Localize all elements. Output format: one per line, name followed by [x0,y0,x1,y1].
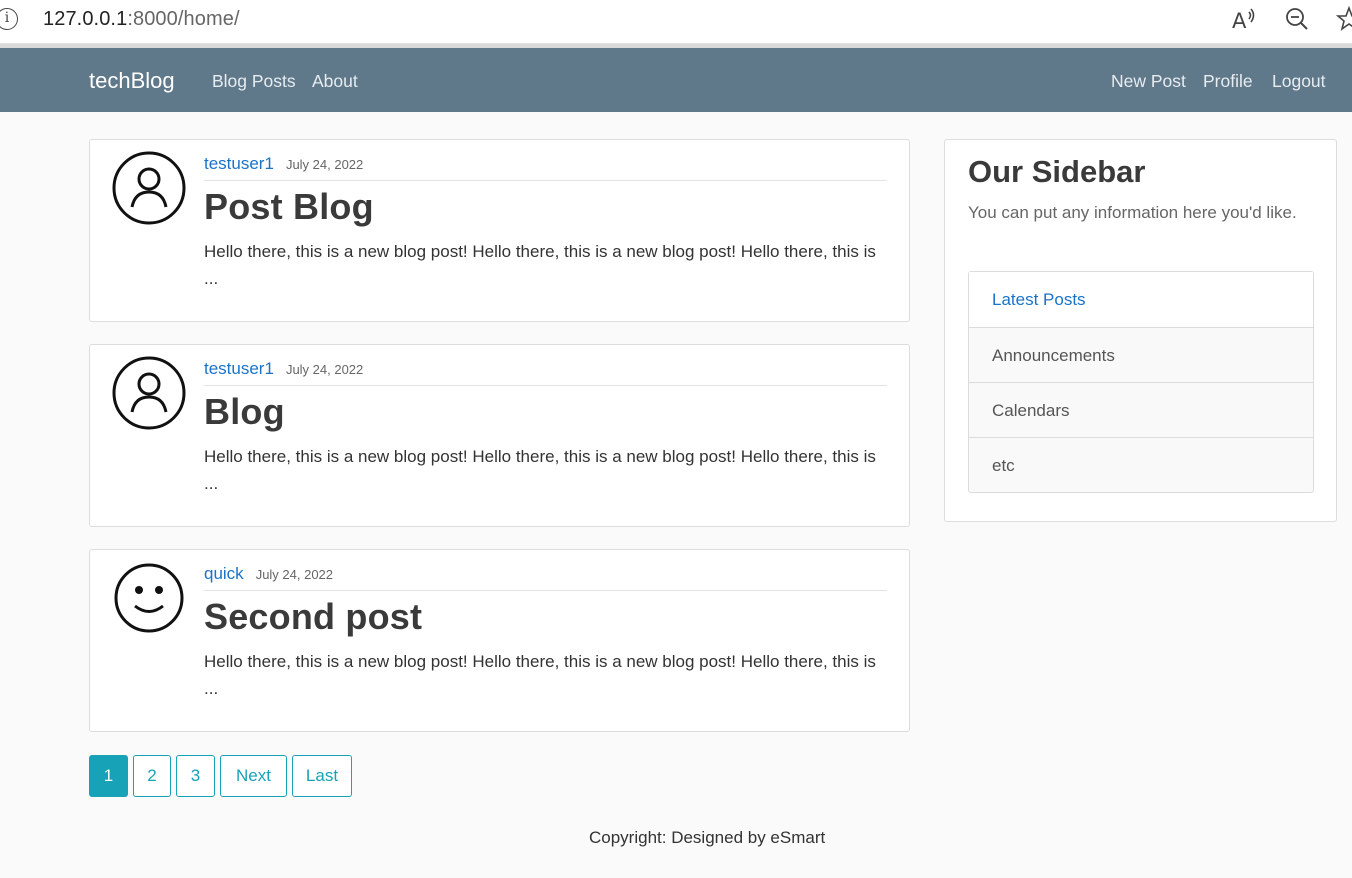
sidebar: Our Sidebar You can put any information … [944,139,1337,522]
post-author-link[interactable]: quick [204,564,244,583]
post-excerpt: Hello there, this is a new blog post! He… [204,652,876,698]
url-host: 127.0.0.1 [43,8,128,30]
post-date: July 24, 2022 [255,567,334,582]
next-page-button[interactable]: Next [220,755,287,797]
user-outline-icon [112,151,186,225]
sidebar-title: Our Sidebar [968,154,1146,189]
footer-copyright: Copyright: Designed by eSmart [589,828,826,847]
address-bar[interactable]: 127.0.0.1:8000/home/ [43,8,240,31]
nav-about[interactable]: About [312,71,358,92]
post-card: quick July 24, 2022 Second post Hello the… [89,549,910,732]
sidebar-item-calendars[interactable]: Calendars [969,382,1313,437]
sidebar-list: Latest Posts Announcements Calendars etc [968,271,1314,493]
page-2-button[interactable]: 2 [133,755,171,797]
post-title-link[interactable]: Post Blog [204,186,374,228]
site-navbar: techBlog Blog Posts About New Post Profi… [0,48,1352,112]
post-card: testuser1 July 24, 2022 Blog Hello there,… [89,344,910,527]
post-title-link[interactable]: Second post [204,596,422,638]
post-title-link[interactable]: Blog [204,391,285,433]
post-excerpt: Hello there, this is a new blog post! He… [204,447,876,493]
url-path: :8000/home/ [127,8,240,30]
zoom-out-icon[interactable] [1284,6,1310,32]
nav-logout[interactable]: Logout [1272,71,1326,92]
smiley-face-icon [114,563,184,633]
page-1-button[interactable]: 1 [89,755,128,797]
svg-text:A: A [1232,9,1247,32]
read-aloud-icon[interactable]: A [1230,6,1256,32]
favorite-star-icon[interactable] [1336,6,1352,32]
post-date: July 24, 2022 [285,157,364,172]
info-icon[interactable]: i [0,8,18,30]
brand-link[interactable]: techBlog [89,68,175,94]
post-date: July 24, 2022 [285,362,364,377]
sidebar-item-etc[interactable]: etc [969,437,1313,492]
browser-toolbar: i 127.0.0.1:8000/home/ A [0,0,1352,48]
sidebar-item-latest-posts[interactable]: Latest Posts [969,272,1313,327]
sidebar-item-announcements[interactable]: Announcements [969,327,1313,382]
nav-blog-posts[interactable]: Blog Posts [212,71,296,92]
page-3-button[interactable]: 3 [176,755,215,797]
nav-profile[interactable]: Profile [1203,71,1253,92]
nav-new-post[interactable]: New Post [1111,71,1186,92]
post-meta: testuser1 July 24, 2022 [204,359,887,386]
post-author-link[interactable]: testuser1 [204,359,274,378]
post-excerpt: Hello there, this is a new blog post! He… [204,242,876,288]
post-card: testuser1 July 24, 2022 Post Blog Hello t… [89,139,910,322]
post-meta: quick July 24, 2022 [204,564,887,591]
user-outline-icon [112,356,186,430]
post-author-link[interactable]: testuser1 [204,154,274,173]
last-page-button[interactable]: Last [292,755,352,797]
sidebar-description: You can put any information here you'd l… [968,203,1297,222]
post-meta: testuser1 July 24, 2022 [204,154,887,181]
